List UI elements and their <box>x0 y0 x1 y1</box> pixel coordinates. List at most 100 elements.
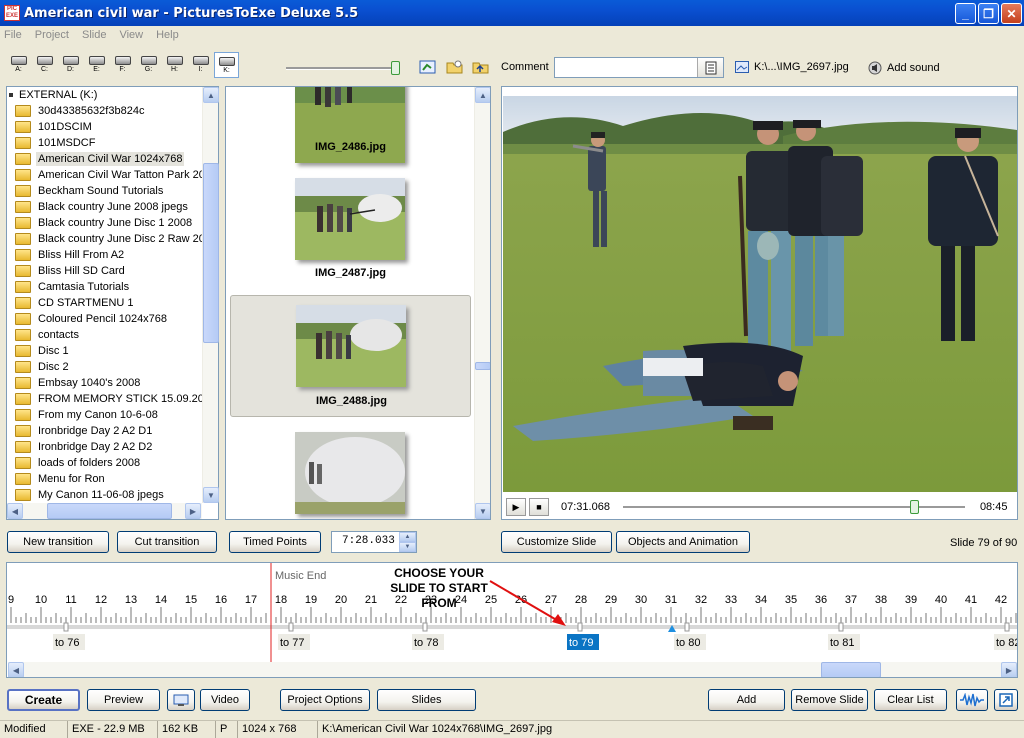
play-button[interactable]: ▶ <box>506 498 526 516</box>
slide-marker[interactable]: to 82 <box>994 634 1018 650</box>
slide-marker[interactable]: to 81 <box>828 634 860 650</box>
folder-vertical-scrollbar[interactable]: ▲ ▼ <box>202 87 219 503</box>
fullscreen-preview-button[interactable] <box>167 689 195 711</box>
preview-button[interactable]: Preview <box>87 689 160 711</box>
folder-item[interactable]: Black country June Disc 1 2008 <box>7 215 204 231</box>
folder-item[interactable]: loads of folders 2008 <box>7 455 204 471</box>
slide-marker[interactable]: to 78 <box>412 634 444 650</box>
scroll-right-button[interactable]: ▶ <box>185 503 201 519</box>
stop-button[interactable]: ■ <box>529 498 549 516</box>
thumbnail-item[interactable] <box>230 423 471 519</box>
new-transition-button[interactable]: New transition <box>7 531 109 553</box>
cut-transition-button[interactable]: Cut transition <box>117 531 217 553</box>
scroll-thumb[interactable] <box>475 362 490 370</box>
folder-item[interactable]: CD STARTMENU 1 <box>7 295 204 311</box>
folder-item[interactable]: 101DSCIM <box>7 119 204 135</box>
folder-up-icon[interactable] <box>472 59 490 75</box>
thumbnail-item-selected[interactable]: IMG_2488.jpg <box>230 295 471 417</box>
switch-view-button[interactable] <box>994 689 1018 711</box>
slides-button[interactable]: Slides <box>377 689 476 711</box>
maximize-button[interactable]: ❐ <box>978 3 999 24</box>
folder-item[interactable]: Embsay 1040's 2008 <box>7 375 204 391</box>
scroll-down-button[interactable]: ▼ <box>475 503 490 519</box>
folder-item[interactable]: Black country June Disc 2 Raw 200 <box>7 231 204 247</box>
folder-item[interactable]: Black country June 2008 jpegs <box>7 199 204 215</box>
folder-item[interactable]: Disc 1 <box>7 343 204 359</box>
time-spinner[interactable]: ▲ ▼ <box>399 532 416 552</box>
waveform-button[interactable] <box>956 689 988 711</box>
scroll-left-button[interactable]: ◀ <box>8 662 24 677</box>
slide-marker-selected[interactable]: to 79 <box>567 634 599 650</box>
folder-horizontal-scrollbar[interactable]: ◀ ▶ <box>7 503 202 519</box>
folder-item[interactable]: 101MSDCF <box>7 135 204 151</box>
slide-marker[interactable]: to 76 <box>53 634 85 650</box>
minimize-button[interactable]: _ <box>955 3 976 24</box>
drive-i-button[interactable]: I: <box>188 52 213 78</box>
menu-file[interactable]: File <box>4 29 22 41</box>
project-options-button[interactable]: Project Options <box>280 689 370 711</box>
folder-item[interactable]: FROM MEMORY STICK 15.09.2007 <box>7 391 204 407</box>
folder-item[interactable]: 30d43385632f3b824c <box>7 103 204 119</box>
thumbnail-item[interactable]: IMG_2487.jpg <box>230 171 471 293</box>
scroll-thumb[interactable] <box>203 163 219 343</box>
slide-marker[interactable]: to 77 <box>278 634 310 650</box>
folder-item[interactable]: American Civil War Tatton Park 200 <box>7 167 204 183</box>
folder-item[interactable]: Ironbridge Day 2 A2 D1 <box>7 423 204 439</box>
drive-c-button[interactable]: C: <box>32 52 57 78</box>
drive-h-button[interactable]: H: <box>162 52 187 78</box>
slide-marker[interactable]: to 80 <box>674 634 706 650</box>
close-button[interactable]: ✕ <box>1001 3 1022 24</box>
folder-item[interactable]: Bliss Hill From A2 <box>7 247 204 263</box>
video-button[interactable]: Video <box>200 689 250 711</box>
menu-help[interactable]: Help <box>156 29 179 41</box>
slider-thumb[interactable] <box>391 61 400 75</box>
menu-slide[interactable]: Slide <box>82 29 106 41</box>
folder-item[interactable]: Coloured Pencil 1024x768 <box>7 311 204 327</box>
folder-item[interactable]: Beckham Sound Tutorials <box>7 183 204 199</box>
folder-item[interactable]: From my Canon 10-6-08 <box>7 407 204 423</box>
drive-a-button[interactable]: A: <box>6 52 31 78</box>
create-button[interactable]: Create <box>7 689 80 711</box>
scroll-left-button[interactable]: ◀ <box>7 503 23 519</box>
thumbnail-size-slider[interactable] <box>286 61 400 75</box>
drive-g-button[interactable]: G: <box>136 52 161 78</box>
playback-slider[interactable] <box>622 499 965 514</box>
add-button[interactable]: Add <box>708 689 785 711</box>
drive-k-button[interactable]: K: <box>214 52 239 78</box>
clear-list-button[interactable]: Clear List <box>874 689 947 711</box>
scroll-thumb[interactable] <box>821 662 881 677</box>
scroll-up-button[interactable]: ▲ <box>203 87 219 103</box>
folder-item[interactable]: Bliss Hill SD Card <box>7 263 204 279</box>
timed-points-button[interactable]: Timed Points <box>229 531 321 553</box>
scroll-thumb[interactable] <box>47 503 172 519</box>
spin-down-icon[interactable]: ▼ <box>399 542 416 552</box>
remove-slide-button[interactable]: Remove Slide <box>791 689 868 711</box>
folder-item[interactable]: Menu for Ron <box>7 471 204 487</box>
folder-root[interactable]: EXTERNAL (K:) <box>7 87 204 103</box>
refresh-view-icon[interactable] <box>419 59 437 75</box>
drive-e-button[interactable]: E: <box>84 52 109 78</box>
drive-f-button[interactable]: F: <box>110 52 135 78</box>
folder-item[interactable]: Camtasia Tutorials <box>7 279 204 295</box>
folder-item[interactable]: Ironbridge Day 2 A2 D2 <box>7 439 204 455</box>
spin-up-icon[interactable]: ▲ <box>399 532 416 542</box>
waveform-icon <box>960 693 984 707</box>
scroll-down-button[interactable]: ▼ <box>203 487 219 503</box>
timeline-horizontal-scrollbar[interactable]: ◀ ▶ <box>8 662 1017 677</box>
scroll-up-button[interactable]: ▲ <box>475 87 490 103</box>
folder-item[interactable]: Disc 2 <box>7 359 204 375</box>
folder-item[interactable]: contacts <box>7 327 204 343</box>
comment-edit-button[interactable] <box>697 58 723 77</box>
folder-item[interactable]: My Canon 11-06-08 jpegs <box>7 487 204 503</box>
add-sound-button[interactable]: Add sound <box>868 61 940 75</box>
menu-project[interactable]: Project <box>35 29 69 41</box>
menu-view[interactable]: View <box>119 29 143 41</box>
scroll-right-button[interactable]: ▶ <box>1001 662 1017 677</box>
drive-d-button[interactable]: D: <box>58 52 83 78</box>
folder-item[interactable]: American Civil War 1024x768 <box>7 151 204 167</box>
slider-thumb[interactable] <box>909 499 919 514</box>
customize-slide-button[interactable]: Customize Slide <box>501 531 612 553</box>
thumbnail-vertical-scrollbar[interactable]: ▲ ▼ <box>474 87 490 519</box>
objects-and-animation-button[interactable]: Objects and Animation <box>616 531 750 553</box>
open-folder-icon[interactable] <box>446 59 464 75</box>
